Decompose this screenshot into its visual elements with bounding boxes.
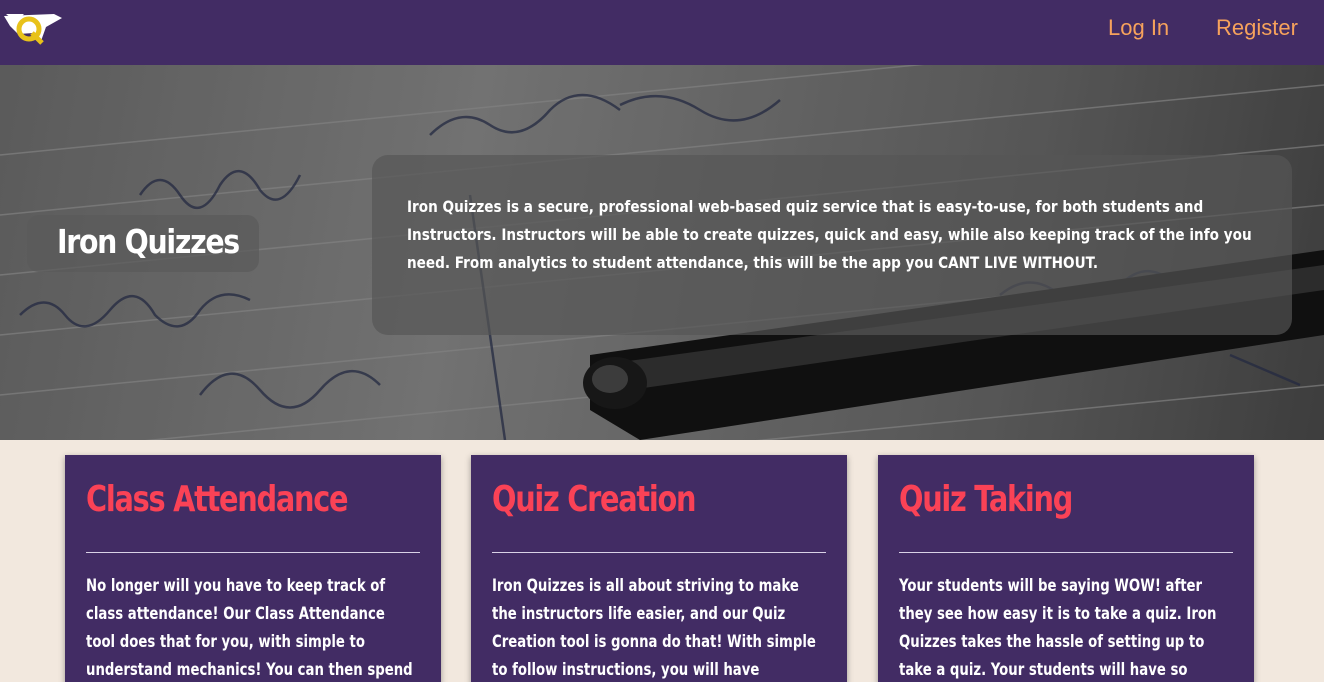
feature-card-text: No longer will you have to keep track of… (86, 576, 413, 680)
register-link[interactable]: Register (1216, 15, 1298, 41)
iron-quizzes-logo-icon[interactable] (4, 11, 62, 45)
login-link[interactable]: Log In (1108, 15, 1169, 41)
feature-card-title: Quiz Creation (492, 479, 697, 520)
feature-card-divider (86, 552, 420, 553)
feature-card-divider (492, 552, 826, 553)
feature-card-quiz-taking: Quiz Taking Your students will be saying… (878, 455, 1254, 682)
feature-card-quiz-creation: Quiz Creation Iron Quizzes is all about … (471, 455, 847, 682)
feature-card-text: Your students will be saying WOW! after … (899, 576, 1217, 680)
hero-description: Iron Quizzes is a secure, professional w… (407, 197, 1252, 272)
top-navbar: Log In Register (0, 0, 1324, 65)
feature-card-text: Iron Quizzes is all about striving to ma… (492, 576, 816, 680)
hero-title: Iron Quizzes (57, 222, 240, 261)
feature-card-title: Class Attendance (86, 479, 349, 520)
feature-card-title: Quiz Taking (899, 479, 1073, 520)
feature-card-class-attendance: Class Attendance No longer will you have… (65, 455, 441, 682)
feature-card-divider (899, 552, 1233, 553)
